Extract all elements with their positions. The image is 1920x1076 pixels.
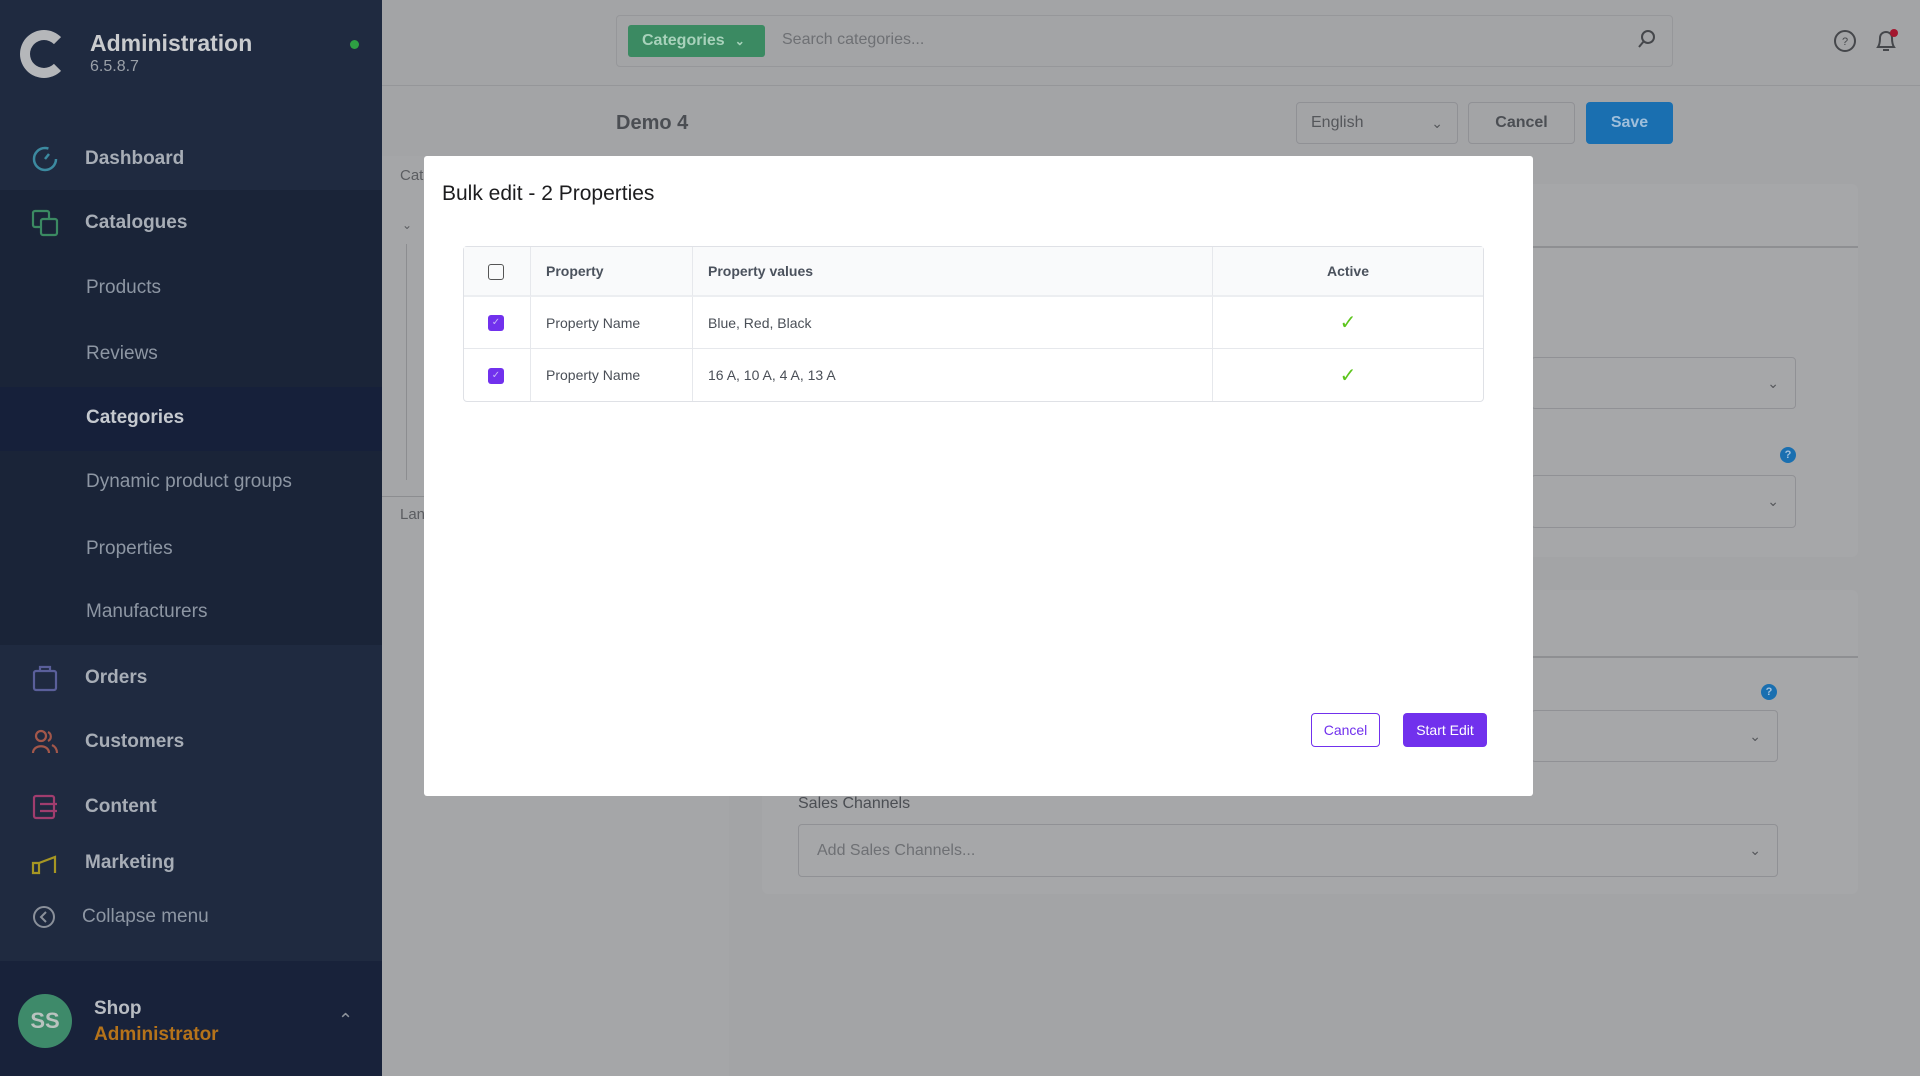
sidebar-item-orders[interactable]: Orders	[0, 653, 382, 703]
sidebar: Administration 6.5.8.7 Dashboard Catalog…	[0, 0, 382, 1076]
tree-line	[406, 244, 407, 480]
search-type-select[interactable]: Categories ⌄	[628, 25, 765, 57]
tree-label: Cat	[400, 167, 424, 184]
row-checkbox[interactable]: ✓	[488, 367, 504, 384]
start-edit-button[interactable]: Start Edit	[1403, 713, 1487, 747]
tree-label: Lan	[400, 506, 426, 523]
chevron-down-icon: ⌄	[734, 34, 745, 48]
chevron-down-icon: ⌄	[1431, 114, 1443, 131]
sidebar-item-properties[interactable]: Properties	[0, 524, 382, 574]
svg-text:?: ?	[1842, 36, 1848, 48]
sidebar-item-customers[interactable]: Customers	[0, 717, 382, 767]
modal-cancel-button[interactable]: Cancel	[1311, 713, 1380, 747]
user-name: Shop	[94, 998, 142, 1019]
select-all-checkbox[interactable]	[488, 263, 504, 280]
select-field[interactable]: ⌄	[1531, 710, 1778, 762]
select-field[interactable]: ⌄	[1531, 357, 1796, 409]
column-header-property: Property	[531, 247, 693, 297]
column-header-active: Active	[1213, 247, 1483, 297]
sales-channels-label: Sales Channels	[798, 795, 911, 812]
logo-icon	[20, 30, 68, 78]
cancel-button[interactable]: Cancel	[1468, 102, 1575, 144]
app-version: 6.5.8.7	[90, 58, 139, 75]
property-name: Property Name	[531, 349, 693, 401]
avatar: SS	[18, 994, 72, 1048]
orders-icon	[31, 664, 59, 692]
language-select[interactable]: English ⌄	[1296, 102, 1458, 144]
marketing-icon	[31, 849, 59, 877]
property-name: Property Name	[531, 297, 693, 349]
help-icon[interactable]: ?	[1761, 684, 1777, 700]
modal-title: Bulk edit - 2 Properties	[442, 182, 655, 205]
chevron-down-icon: ⌄	[1767, 374, 1779, 391]
sidebar-item-catalogues[interactable]: Catalogues	[0, 198, 382, 248]
sales-channels-select[interactable]: Add Sales Channels... ⌄	[798, 824, 1778, 877]
chevron-up-icon[interactable]: ⌃	[338, 1010, 353, 1031]
sidebar-item-content[interactable]: Content	[0, 782, 382, 832]
content-icon	[31, 793, 59, 821]
table-header-row: Property Property values Active	[464, 247, 1483, 297]
search-icon[interactable]	[1636, 28, 1658, 55]
help-icon[interactable]: ?	[1780, 447, 1796, 463]
sidebar-item-manufacturers[interactable]: Manufacturers	[0, 587, 382, 637]
checkmark-icon: ✓	[1339, 312, 1357, 334]
property-values: Blue, Red, Black	[693, 297, 1213, 349]
chevron-down-icon: ⌄	[1767, 493, 1779, 509]
checkmark-icon: ✓	[1339, 364, 1357, 387]
dashboard-icon	[31, 145, 59, 173]
save-button[interactable]: Save	[1586, 102, 1673, 144]
customers-icon	[31, 728, 59, 756]
sidebar-item-categories[interactable]: Categories	[0, 393, 382, 443]
sidebar-item-reviews[interactable]: Reviews	[0, 329, 382, 379]
bulk-edit-modal: Bulk edit - 2 Properties Property Proper…	[424, 156, 1533, 796]
status-dot	[350, 40, 359, 49]
table-row: ✓ Property Name Blue, Red, Black ✓	[464, 297, 1483, 349]
sidebar-item-marketing[interactable]: Marketing	[0, 846, 382, 880]
catalogues-icon	[31, 209, 59, 237]
divider	[1531, 656, 1858, 658]
user-role: Administrator	[94, 1024, 219, 1045]
column-header-values: Property values	[693, 247, 1213, 297]
row-checkbox[interactable]: ✓	[488, 315, 504, 332]
page-title: Demo 4	[616, 112, 689, 134]
chevron-down-icon: ⌄	[1749, 727, 1761, 744]
app-title: Administration	[90, 30, 253, 56]
property-values: 16 A, 10 A, 4 A, 13 A	[693, 349, 1213, 401]
sidebar-item-dashboard[interactable]: Dashboard	[0, 134, 382, 184]
search-input[interactable]: Search categories...	[782, 31, 924, 49]
chevron-down-icon[interactable]: ⌄	[402, 218, 412, 232]
collapse-menu-button[interactable]: Collapse menu	[0, 892, 382, 942]
properties-table: Property Property values Active ✓ Proper…	[463, 246, 1484, 402]
chevron-left-circle-icon	[30, 903, 58, 931]
notification-bell-icon[interactable]	[1873, 28, 1899, 59]
chevron-down-icon: ⌄	[1749, 842, 1761, 858]
select-field[interactable]: ⌄	[1531, 475, 1796, 528]
help-icon[interactable]: ?	[1833, 29, 1857, 58]
divider	[1531, 246, 1858, 248]
table-row: ✓ Property Name 16 A, 10 A, 4 A, 13 A ✓	[464, 349, 1483, 401]
sidebar-item-products[interactable]: Products	[0, 263, 382, 313]
global-search[interactable]	[616, 15, 1673, 67]
sidebar-item-dynamic-product-groups[interactable]: Dynamic product groups	[0, 457, 382, 507]
